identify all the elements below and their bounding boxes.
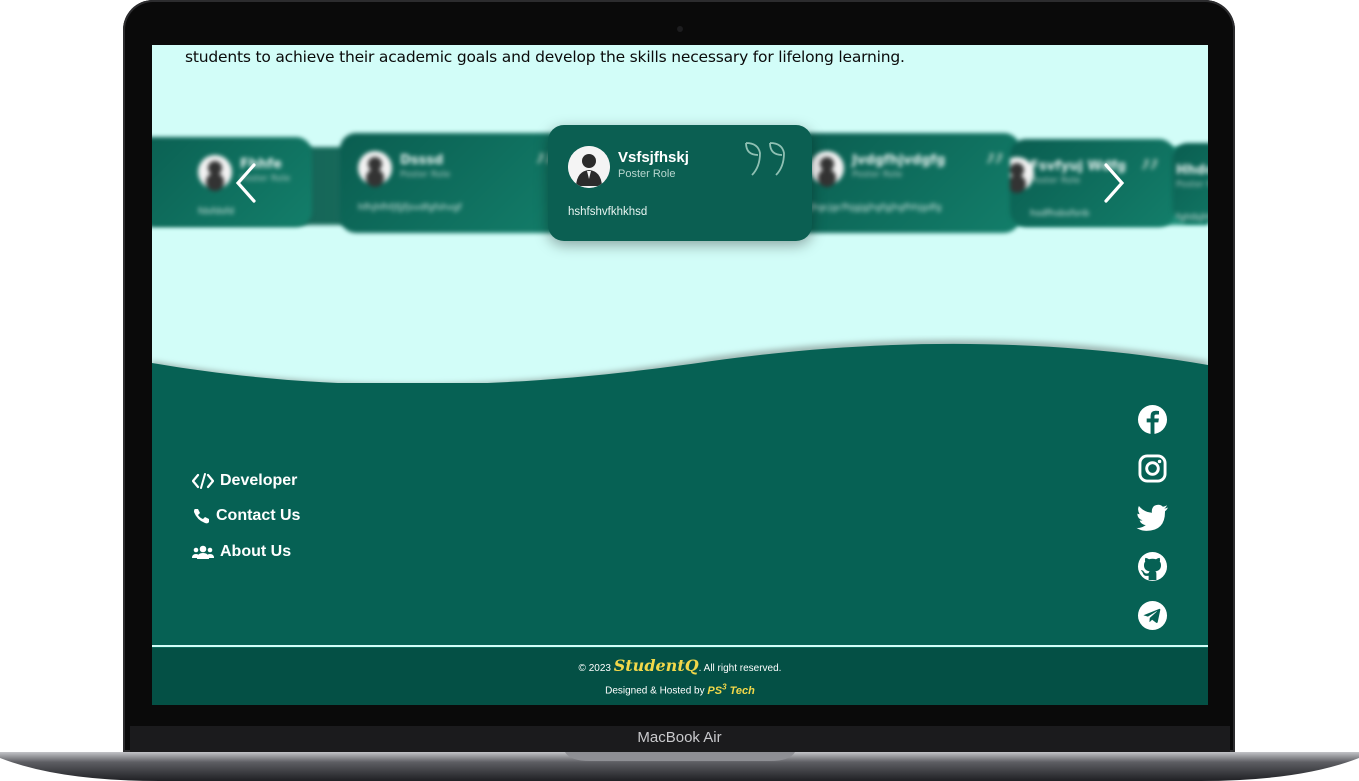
quote-icon [742,139,792,183]
laptop-base [0,752,1359,781]
github-link[interactable] [1135,542,1169,591]
code-icon [192,472,214,489]
social-links [1135,395,1169,640]
intro-text: students to achieve their academic goals… [185,48,905,66]
testimonial-card[interactable]: Hhdc Poster Role fghtbjhf [1172,143,1208,223]
copyright-line: © 2023 StudentQ. All right reserved. [152,656,1208,675]
testimonial-carousel: Fhhfe Poster Role fdsfdsfd Dsssd Poster … [152,125,1208,265]
developer-link-label: Developer [220,471,298,489]
facebook-icon [1137,404,1167,435]
chevron-left-icon [235,163,256,203]
copyright-year: © 2023 [578,663,611,674]
contact-us-link-label: Contact Us [216,507,301,525]
instagram-icon [1137,454,1167,483]
poster-name: Vsfsjfhskj [618,149,689,166]
instagram-link[interactable] [1135,444,1169,493]
testimonial-text: fdsfdsfd [198,207,235,217]
testimonial-text: fghtbjhf [1176,213,1208,223]
avatar [358,151,392,185]
testimonial-card[interactable]: Dsssd Poster Role hfhjhfhfjfjjfjsvdfgfsh… [340,133,570,233]
poster-role: Poster Role [618,168,676,180]
avatar [810,151,844,185]
quote-icon: ” [983,145,1007,196]
host-brand[interactable]: PS3 Tech [707,682,755,697]
poster-name: Hhdc [1176,163,1208,178]
users-icon [192,545,214,559]
footer-links: Developer Contact Us About Us [192,463,300,570]
about-us-link-label: About Us [220,542,292,560]
copyright-suffix: . All right reserved. [698,663,782,674]
host-brand-name: PS [707,684,723,697]
chevron-right-icon [1104,163,1125,203]
twitter-link[interactable] [1135,493,1169,542]
footer: Developer Contact Us About Us © 2023 Stu… [152,335,1208,705]
github-icon [1137,551,1167,582]
testimonial-card-active[interactable]: Vsfsjfhskj Poster Role hshfshvfkhkhsd [548,125,812,241]
testimonial-card[interactable]: Fsvfyuj Wdfg Poster Role hsdfhsbsfsnb ” [1010,139,1175,227]
contact-us-link[interactable]: Contact Us [192,499,300,535]
footer-body [152,383,1208,645]
camera-icon [677,26,683,32]
testimonial-text: hshfshvfkhkhsd [568,206,648,218]
testimonial-card[interactable]: Jvdgfhjvdgfg Poster Role jhgcjgcfhjgjgjh… [792,133,1020,233]
device-label: MacBook Air [637,729,722,746]
screen: students to achieve their academic goals… [152,45,1208,705]
telegram-link[interactable] [1135,591,1169,640]
hosted-prefix: Designed & Hosted by [605,685,705,697]
carousel-next-button[interactable] [1098,163,1128,203]
developer-link[interactable]: Developer [192,463,300,499]
poster-role: Poster Role [400,170,451,180]
testimonial-text: jhgcjgcfhjgjgjhgfgjhgfhhjgdfg [810,203,942,213]
testimonial-text: hsdfhsbsfsnb [1030,209,1090,219]
copyright-bar: © 2023 StudentQ. All right reserved. Des… [152,647,1208,705]
host-brand-suffix: Tech [729,684,755,697]
phone-icon [194,509,209,524]
testimonial-text: hfhjhfhfjfjjfjsvdfgfshvgf [358,203,462,213]
poster-role: Poster Role [1030,176,1081,186]
brand-logo: StudentQ [613,656,699,675]
carousel-prev-button[interactable] [232,163,262,203]
poster-role: Poster Role [1176,180,1208,190]
poster-role: Poster Role [852,170,903,180]
avatar [198,155,232,189]
quote-icon: ” [1138,151,1162,202]
hosted-line: Designed & Hosted by PS3 Tech [152,682,1208,697]
avatar [568,146,610,188]
host-brand-sup: 3 [722,682,727,691]
about-us-link[interactable]: About Us [192,534,300,570]
poster-name: Dsssd [400,153,444,168]
poster-name: Jvdgfhjvdgfg [852,153,946,168]
telegram-icon [1137,600,1167,631]
twitter-icon [1136,504,1168,531]
facebook-link[interactable] [1135,395,1169,444]
